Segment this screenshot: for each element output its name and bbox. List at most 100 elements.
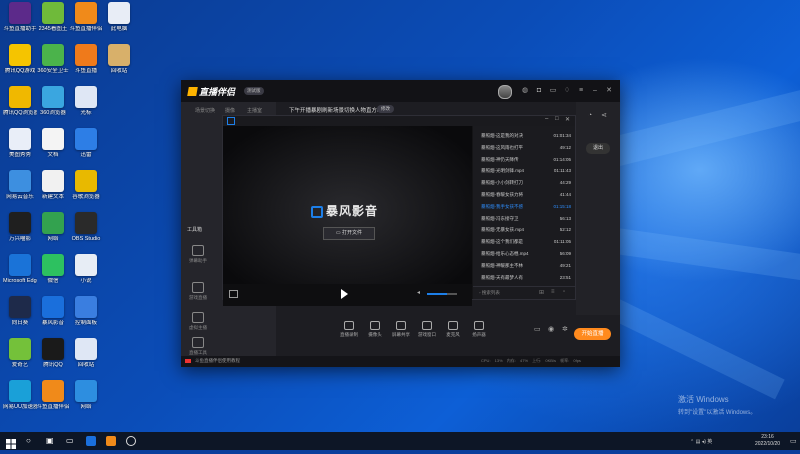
desktop-icon[interactable]: 网易云音乐 xyxy=(3,170,37,201)
game-window-button[interactable]: 游戏窗口 xyxy=(416,321,438,338)
shirt-icon[interactable]: ♢ xyxy=(563,87,571,95)
playlist-item[interactable]: 暴照烟-冯东接守卫 56:13 xyxy=(481,214,573,223)
player-maximize-icon[interactable]: □ xyxy=(555,116,559,122)
open-file-button[interactable]: ▭ 打开文件 xyxy=(323,227,375,240)
search-icon[interactable]: ○ xyxy=(26,436,36,446)
file-explorer-icon[interactable]: ▭ xyxy=(66,436,76,446)
desktop-icon[interactable]: 迅雷 xyxy=(69,128,103,159)
douyu-taskbar-icon[interactable] xyxy=(106,436,116,446)
baofeng-taskbar-icon[interactable] xyxy=(86,436,96,446)
camera-button[interactable]: 摄像头 xyxy=(364,321,386,338)
playlist-item[interactable]: 暴照烟-天有最梦人有 23:51 xyxy=(481,273,573,282)
tab-room[interactable]: 主播室 xyxy=(247,107,262,114)
desktop-icon[interactable]: 网络 xyxy=(36,212,70,243)
desktop-icon[interactable]: 美图秀秀 xyxy=(3,128,37,159)
nav-game[interactable]: 游戏直播 xyxy=(183,282,213,301)
delete-icon[interactable]: ▫ xyxy=(563,289,565,295)
playlist-search[interactable]: ◦ 搜索列表 xyxy=(479,290,500,296)
headset-icon[interactable]: ◍ xyxy=(521,87,529,95)
live-assistant-window[interactable]: 直播伴侣 测试版 ◍ ◘ ▭ ♢ ≡ – ✕ 场景切换 摄像 主播室 工具箱 弹… xyxy=(181,80,620,367)
nav-danmu[interactable]: 弹幕助手 xyxy=(183,245,213,264)
playlist-item[interactable]: 暴照烟-神暖那主不林 49:21 xyxy=(481,261,573,270)
microphone-button[interactable]: 麦克风 xyxy=(442,321,464,338)
desktop-icon[interactable]: 腾讯QQ xyxy=(36,338,70,369)
desktop-icon[interactable]: 向日葵 xyxy=(3,296,37,327)
gift-icon[interactable]: ◘ xyxy=(535,87,543,95)
playlist-item[interactable]: 暴照烟-给乐心态棍.mp4 56:09 xyxy=(481,249,573,258)
desktop-icon[interactable]: 小说 xyxy=(69,254,103,285)
desktop-icon[interactable]: 腾讯QQ浏览器 xyxy=(3,86,37,117)
playlist-item[interactable]: 暴照烟-无暴女孩.mp4 52:12 xyxy=(481,225,573,234)
playlist-item[interactable]: 暴照烟-春暖女孩力将 41:44 xyxy=(481,190,573,199)
task-view-icon[interactable]: ▣ xyxy=(46,436,56,446)
desktop-icon[interactable]: 万兴喵影 xyxy=(3,212,37,243)
exit-button[interactable]: 退出 xyxy=(586,143,610,154)
desktop-icon[interactable]: 光标 xyxy=(69,86,103,117)
desktop-icon[interactable]: 2345看图王 xyxy=(36,2,70,33)
notification-icon[interactable]: ▭ xyxy=(790,437,797,445)
desktop-icon[interactable]: 腾讯QQ游戏 xyxy=(3,44,37,75)
chat-icon[interactable]: ▭ xyxy=(549,87,557,95)
desktop-icon[interactable]: Microsoft Edge xyxy=(3,254,37,285)
obs-taskbar-icon[interactable] xyxy=(126,436,136,446)
desktop-icon[interactable]: 文档 xyxy=(36,128,70,159)
share-icon[interactable]: ⋖ xyxy=(600,112,608,120)
clock[interactable]: 23:16 2022/10/20 xyxy=(755,434,780,448)
desktop-icon[interactable]: 回收站 xyxy=(69,338,103,369)
menu-icon[interactable]: ≡ xyxy=(577,87,585,95)
list-icon[interactable]: ≡ xyxy=(551,289,555,295)
playlist-item[interactable]: 暴照烟-这风雨也打平 49:12 xyxy=(481,143,573,152)
edit-topic-button[interactable]: 修改 xyxy=(377,105,394,113)
speaker-button[interactable]: 扬声器 xyxy=(468,321,490,338)
volume-slider[interactable] xyxy=(427,293,457,295)
settings-icon[interactable]: ✲ xyxy=(562,325,568,333)
windows-start-icon[interactable] xyxy=(6,436,16,449)
status-text[interactable]: 斗鱼直播伴侣使用教程 xyxy=(195,358,240,364)
desktop-icon[interactable]: 谷歌浏览器 xyxy=(69,170,103,201)
screenshot-icon[interactable] xyxy=(229,290,238,298)
playlist-item[interactable]: 暴照烟-光明剑锋.mp4 01:11:43 xyxy=(481,166,573,175)
desktop-icon[interactable]: 斗鱼直播伴侣 xyxy=(69,2,103,33)
video-area[interactable]: 暴风影音 ▭ 打开文件 ◂ xyxy=(223,126,472,306)
video-player-window[interactable]: – □ ✕ 暴风影音 ▭ 打开文件 ◂ 暴照烟-这是我的对决 01:01:34 暴照… xyxy=(222,115,576,306)
player-close-icon[interactable]: ✕ xyxy=(565,116,570,123)
volume-icon[interactable]: ◂ xyxy=(417,289,420,296)
playlist-item[interactable]: 暴照烟-这是我的对决 01:01:34 xyxy=(481,131,573,140)
playlist-item[interactable]: 暴照烟-小小剑转打刀 44:29 xyxy=(481,178,573,187)
desktop-icon[interactable]: 爱奇艺 xyxy=(3,338,37,369)
desktop-icon[interactable]: 360浏览器 xyxy=(36,86,70,117)
desktop-icon[interactable]: 斗鱼直播伴侣 xyxy=(36,380,70,411)
add-icon[interactable]: ⊞ xyxy=(539,289,544,296)
desktop-icon[interactable]: 网易UU加速器 xyxy=(3,380,37,411)
desktop-icon[interactable]: 控制面板 xyxy=(69,296,103,327)
record-button[interactable]: 直播录制 xyxy=(338,321,360,338)
start-live-button[interactable]: 开始直播 xyxy=(574,328,611,340)
playlist-item[interactable]: 暴照烟-我手女孩不感 01:15:18 xyxy=(481,202,573,211)
desktop-icon[interactable]: 微信 xyxy=(36,254,70,285)
nav-tools[interactable]: 直播工具 xyxy=(183,337,213,356)
desktop-icon[interactable]: 此电脑 xyxy=(102,2,136,33)
desktop-icon[interactable]: 新建文本 xyxy=(36,170,70,201)
nav-virtual[interactable]: 虚拟主播 xyxy=(183,312,213,331)
playlist-item[interactable]: 暴照烟-神仍天降传 01:14:05 xyxy=(481,155,573,164)
desktop-icon[interactable]: OBS Studio xyxy=(69,212,103,243)
bottom-chat-icon[interactable]: ▭ xyxy=(534,325,541,333)
player-minimize-icon[interactable]: – xyxy=(545,116,548,122)
minimize-icon[interactable]: – xyxy=(591,87,599,95)
tab-camera[interactable]: 摄像 xyxy=(225,107,235,114)
desktop-icon[interactable]: 回收站 xyxy=(102,44,136,75)
avatar[interactable] xyxy=(498,85,512,99)
playlist-item[interactable]: 暴照烟-这个我们都是 01:11:05 xyxy=(481,237,573,246)
bell-icon[interactable]: ◔ xyxy=(586,112,594,120)
tab-scene[interactable]: 场景切换 xyxy=(195,107,215,114)
ime-indicator[interactable]: 英 xyxy=(707,439,712,445)
desktop-icon[interactable]: 360安全卫士 xyxy=(36,44,70,75)
desktop-icon[interactable]: 斗鱼直播 xyxy=(69,44,103,75)
screen-share-button[interactable]: 屏幕共享 xyxy=(390,321,412,338)
eye-icon[interactable]: ◉ xyxy=(548,325,554,333)
desktop-icon[interactable]: 斗鱼直播助手 xyxy=(3,2,37,33)
close-icon[interactable]: ✕ xyxy=(605,87,613,95)
player-title-bar[interactable]: – □ ✕ xyxy=(223,116,575,126)
play-icon[interactable] xyxy=(341,289,348,299)
desktop-icon[interactable]: 网络 xyxy=(69,380,103,411)
